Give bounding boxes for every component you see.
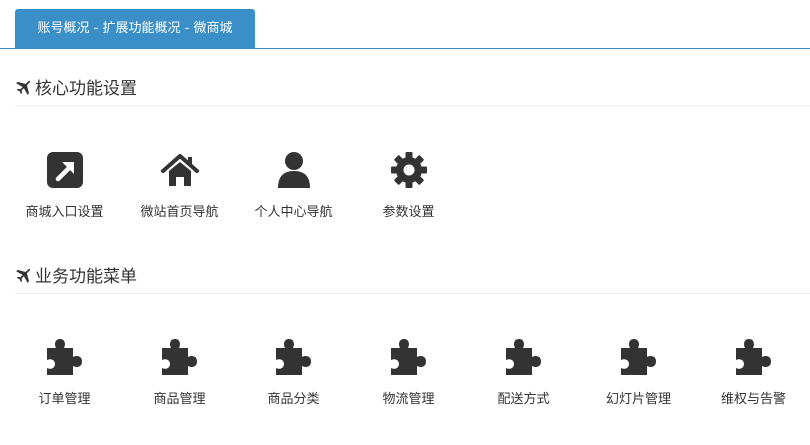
tile-delivery[interactable]: 配送方式 xyxy=(466,337,581,408)
tile-rights[interactable]: 维权与告警 xyxy=(696,337,810,408)
tile-categories[interactable]: 商品分类 xyxy=(236,337,351,408)
section-header-core: 核心功能设置 xyxy=(15,76,810,106)
tile-parameter-settings[interactable]: 参数设置 xyxy=(351,150,466,221)
plane-icon xyxy=(16,80,31,95)
external-link-square-icon xyxy=(46,152,83,188)
puzzle-piece-icon xyxy=(735,339,771,375)
section-title-business: 业务功能菜单 xyxy=(35,267,137,287)
gear-icon xyxy=(390,152,427,188)
puzzle-piece-icon xyxy=(505,339,541,375)
user-icon xyxy=(277,152,310,188)
tile-orders[interactable]: 订单管理 xyxy=(7,337,122,408)
tab-wechat-mall[interactable]: 账号概况 - 扩展功能概况 - 微商城 xyxy=(15,9,255,49)
puzzle-piece-icon xyxy=(390,339,426,375)
puzzle-piece-icon xyxy=(161,339,197,375)
section-header-business: 业务功能菜单 xyxy=(15,264,810,294)
tile-label: 订单管理 xyxy=(38,392,91,407)
tile-label: 幻灯片管理 xyxy=(605,392,671,407)
tile-label: 配送方式 xyxy=(497,392,550,407)
puzzle-piece-icon xyxy=(620,339,656,375)
tile-label: 维权与告警 xyxy=(720,392,786,407)
tile-mall-entrance[interactable]: 商城入口设置 xyxy=(7,150,122,221)
tile-logistics[interactable]: 物流管理 xyxy=(351,337,466,408)
tile-products[interactable]: 商品管理 xyxy=(122,337,237,408)
plane-icon xyxy=(16,268,31,283)
tab-bar: 账号概况 - 扩展功能概况 - 微商城 xyxy=(0,0,810,49)
home-icon xyxy=(160,154,199,186)
tile-label: 参数设置 xyxy=(382,205,435,220)
tile-label: 商品管理 xyxy=(153,392,206,407)
tile-label: 物流管理 xyxy=(382,392,435,407)
tile-home-nav[interactable]: 微站首页导航 xyxy=(122,150,237,221)
tile-slides[interactable]: 幻灯片管理 xyxy=(581,337,696,408)
tile-label: 微站首页导航 xyxy=(140,205,219,220)
section-title-core: 核心功能设置 xyxy=(35,79,137,99)
tile-label: 商城入口设置 xyxy=(25,205,104,220)
tile-label: 商品分类 xyxy=(267,392,320,407)
puzzle-piece-icon xyxy=(275,339,311,375)
puzzle-piece-icon xyxy=(46,339,82,375)
tile-user-center-nav[interactable]: 个人中心导航 xyxy=(236,150,351,221)
tile-label: 个人中心导航 xyxy=(254,205,333,220)
